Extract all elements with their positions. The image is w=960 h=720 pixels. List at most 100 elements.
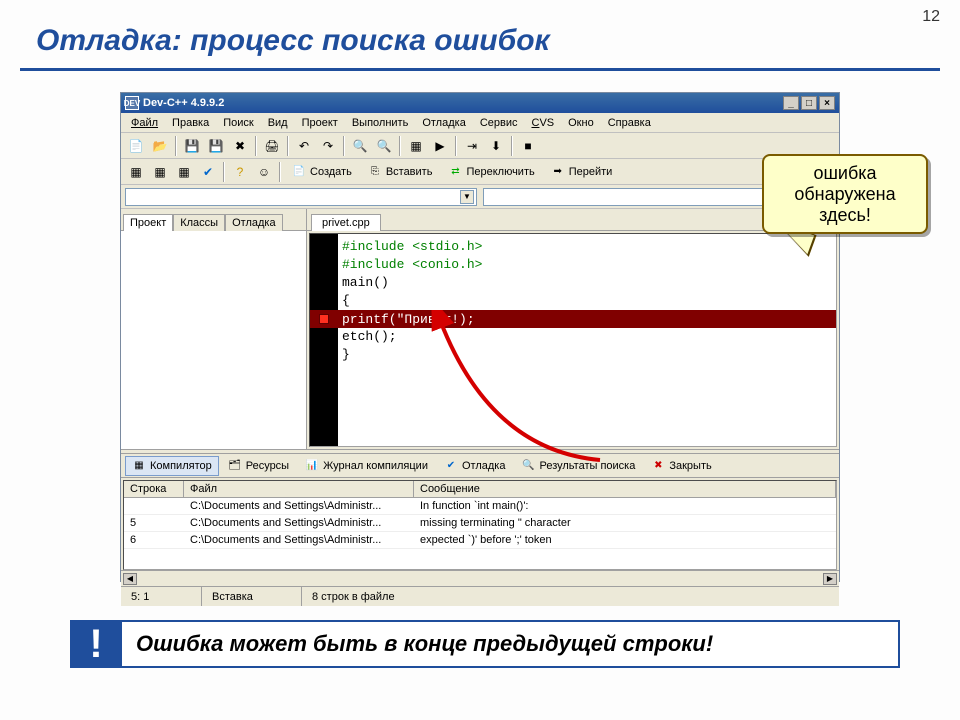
file-tab-privet[interactable]: privet.cpp <box>311 214 381 231</box>
menu-debug[interactable]: Отладка <box>416 115 471 131</box>
smile-icon[interactable]: ☺ <box>253 161 275 183</box>
menu-help[interactable]: Справка <box>602 115 657 131</box>
statusbar: 5: 1 Вставка 8 строк в файле <box>121 586 839 606</box>
tab-compiler[interactable]: ▦Компилятор <box>125 456 219 476</box>
menubar: Файл Правка Поиск Вид Проект Выполнить О… <box>121 113 839 133</box>
page-number: 12 <box>922 8 940 26</box>
project-tree[interactable] <box>121 231 306 449</box>
titlebar[interactable]: DEV Dev-C++ 4.9.9.2 _ □ × <box>121 93 839 113</box>
cell-msg: expected `)' before ';' token <box>414 532 836 548</box>
tab-log[interactable]: 📊Журнал компиляции <box>298 456 435 476</box>
h-scrollbar[interactable]: ◀ ▶ <box>121 570 839 586</box>
note-bang-icon: ! <box>70 620 122 668</box>
print-icon[interactable]: 🖨 <box>261 135 283 157</box>
side-tab-project[interactable]: Проект <box>123 214 173 231</box>
open-icon[interactable]: 📂 <box>149 135 171 157</box>
check-icon: ✔ <box>444 459 458 473</box>
menu-tools[interactable]: Сервис <box>474 115 524 131</box>
scroll-left-icon[interactable]: ◀ <box>123 573 137 585</box>
save-icon[interactable]: 💾 <box>181 135 203 157</box>
new-file-icon[interactable]: 📄 <box>125 135 147 157</box>
cell-line: 6 <box>124 532 184 548</box>
menu-view[interactable]: Вид <box>262 115 294 131</box>
breakpoint-icon <box>319 314 329 324</box>
create-button[interactable]: 📄Создать <box>285 161 359 183</box>
tab-search-results[interactable]: 🔍Результаты поиска <box>514 456 642 476</box>
run-icon[interactable]: ▶ <box>429 135 451 157</box>
log-icon: 📊 <box>305 459 319 473</box>
tab-debug-out[interactable]: ✔Отладка <box>437 456 512 476</box>
goto-button[interactable]: ➡Перейти <box>544 161 620 183</box>
chevron-down-icon: ▼ <box>460 190 474 204</box>
redo-icon[interactable]: ↷ <box>317 135 339 157</box>
error-line-text: printf("Привет!); <box>338 312 475 327</box>
grid3-icon[interactable]: ▦ <box>173 161 195 183</box>
toolbar-main: 📄 📂 💾 💾 ✖ 🖨 ↶ ↷ 🔍 🔍 ▦ ▶ ⇥ ⬇ ■ <box>121 133 839 159</box>
close-file-icon[interactable]: ✖ <box>229 135 251 157</box>
compile-icon[interactable]: ▦ <box>405 135 427 157</box>
side-tabs: Проект Классы Отладка <box>121 209 306 231</box>
code-line: } <box>342 346 836 364</box>
gutter <box>310 234 338 446</box>
cell-file: C:\Documents and Settings\Administr... <box>184 515 414 531</box>
breakpoint-marker[interactable] <box>310 310 338 328</box>
resources-icon: 🗂 <box>228 459 242 473</box>
note-bar: ! Ошибка может быть в конце предыдущей с… <box>70 620 900 668</box>
grid2-icon[interactable]: ▦ <box>149 161 171 183</box>
debug-step-icon[interactable]: ⇥ <box>461 135 483 157</box>
app-icon: DEV <box>125 96 139 110</box>
save-all-icon[interactable]: 💾 <box>205 135 227 157</box>
menu-project[interactable]: Проект <box>296 115 344 131</box>
file-tabs: privet.cpp <box>307 209 839 231</box>
callout-error-here: ошибка обнаружена здесь! <box>762 154 928 234</box>
maximize-button[interactable]: □ <box>801 96 817 110</box>
find-icon[interactable]: 🔍 <box>349 135 371 157</box>
cell-file: C:\Documents and Settings\Administr... <box>184 532 414 548</box>
menu-window[interactable]: Окно <box>562 115 600 131</box>
replace-icon[interactable]: 🔍 <box>373 135 395 157</box>
table-row[interactable]: C:\Documents and Settings\Administr... I… <box>124 498 836 515</box>
side-tab-debug[interactable]: Отладка <box>225 214 282 231</box>
combo-left[interactable]: ▼ <box>125 188 477 206</box>
menu-execute[interactable]: Выполнить <box>346 115 414 131</box>
devcpp-window: DEV Dev-C++ 4.9.9.2 _ □ × Файл Правка По… <box>120 92 840 582</box>
menu-file[interactable]: Файл <box>125 115 164 131</box>
side-tab-classes[interactable]: Классы <box>173 214 225 231</box>
check-icon[interactable]: ✔ <box>197 161 219 183</box>
table-row[interactable]: 6 C:\Documents and Settings\Administr...… <box>124 532 836 549</box>
col-line[interactable]: Строка <box>124 481 184 497</box>
combo-row: ▼ ▼ <box>121 185 839 209</box>
output-tabs: ▦Компилятор 🗂Ресурсы 📊Журнал компиляции … <box>121 454 839 478</box>
menu-search[interactable]: Поиск <box>217 115 259 131</box>
tab-resources[interactable]: 🗂Ресурсы <box>221 456 296 476</box>
title-rule <box>20 68 940 71</box>
col-file[interactable]: Файл <box>184 481 414 497</box>
code-line: main() <box>342 274 836 292</box>
close-icon: ✖ <box>651 459 665 473</box>
scroll-right-icon[interactable]: ▶ <box>823 573 837 585</box>
col-msg[interactable]: Сообщение <box>414 481 836 497</box>
code-editor[interactable]: #include <stdio.h> #include <conio.h> ma… <box>309 233 837 447</box>
switch-button[interactable]: ⇄Переключить <box>441 161 541 183</box>
side-panel: Проект Классы Отладка <box>121 209 307 449</box>
menu-cvs[interactable]: CVS <box>525 115 560 131</box>
help-icon[interactable]: ? <box>229 161 251 183</box>
menu-edit[interactable]: Правка <box>166 115 215 131</box>
grid-icon[interactable]: ▦ <box>125 161 147 183</box>
cell-msg: In function `int main()': <box>414 498 836 514</box>
compiler-grid: Строка Файл Сообщение C:\Documents and S… <box>123 480 837 570</box>
debug-into-icon[interactable]: ⬇ <box>485 135 507 157</box>
undo-icon[interactable]: ↶ <box>293 135 315 157</box>
cell-line <box>124 498 184 514</box>
minimize-button[interactable]: _ <box>783 96 799 110</box>
toolbar-secondary: ▦ ▦ ▦ ✔ ? ☺ 📄Создать ⎘Вставить ⇄Переключ… <box>121 159 839 185</box>
insert-button[interactable]: ⎘Вставить <box>361 161 440 183</box>
stop-icon[interactable]: ■ <box>517 135 539 157</box>
slide-title: Отладка: процесс поиска ошибок <box>36 24 550 58</box>
table-row[interactable]: 5 C:\Documents and Settings\Administr...… <box>124 515 836 532</box>
tab-close[interactable]: ✖Закрыть <box>644 456 718 476</box>
code-lines: #include <stdio.h> #include <conio.h> ma… <box>338 234 836 446</box>
close-button[interactable]: × <box>819 96 835 110</box>
error-line: printf("Привет!); <box>310 310 836 328</box>
note-text: Ошибка может быть в конце предыдущей стр… <box>122 620 900 668</box>
